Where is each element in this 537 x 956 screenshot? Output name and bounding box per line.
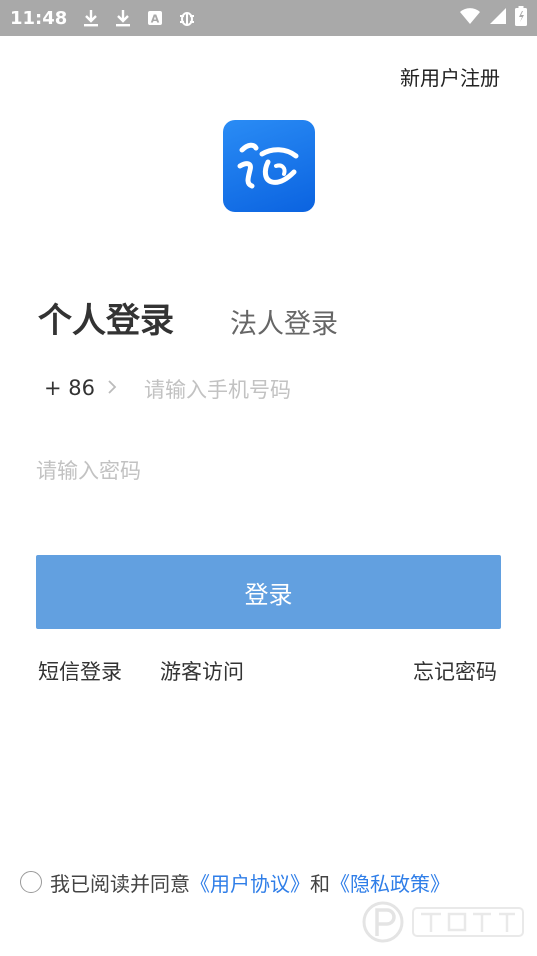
download-icon [81, 8, 101, 28]
app-logo-icon [237, 142, 299, 189]
tab-corporate-login[interactable]: 法人登录 [230, 302, 338, 341]
app-logo [223, 120, 315, 212]
sms-login-link[interactable]: 短信登录 [38, 656, 122, 686]
bug-icon [177, 8, 197, 28]
wifi-icon [459, 7, 481, 29]
country-code-selector[interactable]: + 86 [44, 376, 117, 400]
battery-icon [515, 6, 527, 30]
guest-visit-link[interactable]: 游客访问 [160, 656, 244, 686]
svg-text:A: A [151, 13, 160, 26]
country-code-label: + 86 [44, 376, 95, 400]
download-icon [113, 8, 133, 28]
password-input[interactable] [36, 453, 496, 489]
chevron-right-icon [107, 376, 117, 400]
agreement-and: 和 [310, 871, 330, 896]
status-bar: 11:48 A [0, 0, 537, 36]
forgot-password-link[interactable]: 忘记密码 [413, 656, 497, 686]
new-user-register-link[interactable]: 新用户注册 [400, 62, 500, 91]
signal-icon [489, 7, 507, 29]
status-time: 11:48 [10, 7, 68, 29]
watermark-logo [361, 892, 531, 952]
text-a-icon: A [145, 8, 165, 28]
tab-personal-login[interactable]: 个人登录 [38, 293, 174, 342]
phone-number-input[interactable] [144, 372, 484, 408]
agreement-prefix: 我已阅读并同意 [50, 871, 190, 896]
status-right-icons [459, 6, 527, 30]
login-button[interactable]: 登录 [36, 555, 501, 629]
agreement-checkbox[interactable] [20, 871, 42, 893]
user-agreement-link[interactable]: 《用户协议》 [190, 868, 310, 897]
